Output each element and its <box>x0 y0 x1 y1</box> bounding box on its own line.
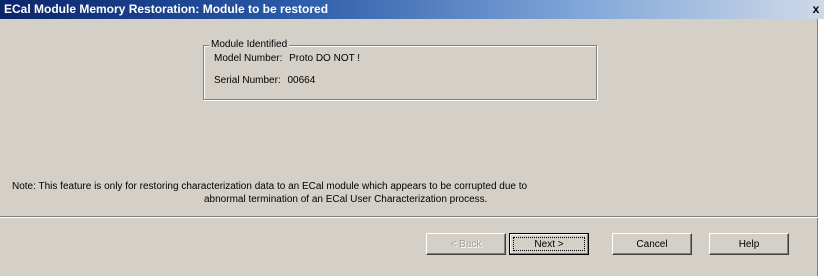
group-legend: Module Identified <box>209 38 290 52</box>
next-button[interactable]: Next > <box>509 233 589 255</box>
help-button[interactable]: Help <box>709 233 789 255</box>
window-title: ECal Module Memory Restoration: Module t… <box>4 2 329 16</box>
model-number-value: Proto DO NOT ! <box>289 53 361 64</box>
next-button-label: Next > <box>513 237 585 251</box>
note-line-2: abnormal termination of an ECal User Cha… <box>204 194 488 205</box>
model-number-label: Model Number: <box>214 53 283 64</box>
separator-light <box>0 217 818 218</box>
serial-number-row: Serial Number: 00664 <box>214 75 315 87</box>
note-line-1: Note: This feature is only for restoring… <box>12 181 528 192</box>
dialog-window: ECal Module Memory Restoration: Module t… <box>0 0 824 276</box>
cancel-button[interactable]: Cancel <box>612 233 692 255</box>
serial-number-value: 00664 <box>287 75 316 86</box>
model-number-row: Model Number: Proto DO NOT ! <box>214 53 360 65</box>
module-identified-group: Module Identified Model Number: Proto DO… <box>203 38 597 100</box>
close-icon[interactable]: x <box>810 2 822 16</box>
note-text: Note: This feature is only for restoring… <box>12 180 812 206</box>
back-button[interactable]: < Back <box>426 233 506 255</box>
serial-number-label: Serial Number: <box>214 75 281 86</box>
title-bar[interactable]: ECal Module Memory Restoration: Module t… <box>0 0 824 19</box>
